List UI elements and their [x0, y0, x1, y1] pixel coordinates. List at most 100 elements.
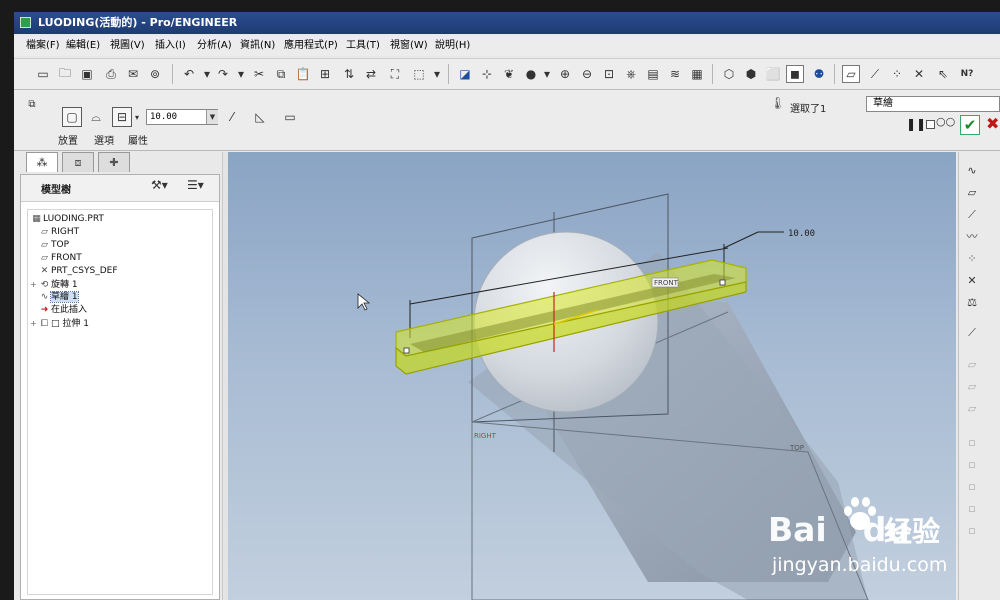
refit-icon[interactable]: ⊡ — [600, 65, 618, 83]
tree-settings-icon[interactable]: ⚒▾ — [151, 178, 168, 192]
tree-item-insert-here[interactable]: ➜ 在此插入 — [38, 304, 87, 317]
thicken-sketch-icon[interactable]: ▭ — [280, 107, 300, 127]
menu-info[interactable]: 資訊(N) — [240, 36, 275, 56]
depth-blind-icon[interactable]: ⊟ — [112, 107, 132, 127]
datum-axes-icon[interactable]: ⟋ — [866, 65, 884, 83]
tree-item-csys[interactable]: ✕ PRT_CSYS_DEF — [38, 265, 118, 278]
redo-dropdown-icon[interactable]: ▾ — [232, 65, 250, 83]
reorient-icon[interactable]: ⎈ — [622, 65, 640, 83]
redo-icon[interactable]: ↷ — [214, 65, 232, 83]
email-link-icon[interactable]: ⊚ — [146, 65, 164, 83]
tree-item-front[interactable]: ▱ FRONT — [38, 252, 82, 265]
tree-item-right[interactable]: ▱ RIGHT — [38, 226, 79, 239]
expand-icon[interactable]: + — [30, 278, 38, 291]
pause-button[interactable]: ❚❚ — [906, 117, 926, 131]
tab-properties[interactable]: 屬性 — [128, 132, 148, 147]
orient-mode-icon[interactable]: ❦ — [500, 65, 518, 83]
copy-feature-icon[interactable]: ▱ — [963, 356, 981, 374]
paste-special-icon[interactable]: ⊞ — [316, 65, 334, 83]
csys-toggle-icon[interactable]: ✕ — [910, 65, 928, 83]
email-icon[interactable]: ✉ — [124, 65, 142, 83]
depth-option-dropdown-icon[interactable]: ▾ — [132, 107, 142, 127]
select-box-icon[interactable]: ⬚ — [410, 65, 428, 83]
selection-filter-dropdown[interactable]: 草繪 — [866, 96, 1000, 112]
saved-views-icon[interactable]: ▤ — [644, 65, 662, 83]
repaint-icon[interactable]: ◪ — [456, 65, 474, 83]
regenerate-icon[interactable]: ⇅ — [340, 65, 358, 83]
tree-item-part[interactable]: ▦ LUODING.PRT — [30, 213, 104, 226]
tab-favorites-icon[interactable]: ✚ — [98, 152, 130, 172]
menu-window[interactable]: 視窗(W) — [390, 36, 428, 56]
select-arrow-icon[interactable]: ⇖ — [934, 65, 952, 83]
tab-placement[interactable]: 放置 — [58, 132, 78, 147]
tree-item-sketch[interactable]: ∿ 草繪 1 — [38, 291, 79, 304]
paste-icon[interactable]: 📋 — [294, 65, 312, 83]
tree-item-revolve[interactable]: + ⟲ 旋轉 1 — [30, 278, 78, 291]
datum-planes-icon[interactable]: ▱ — [842, 65, 860, 83]
dimension-value[interactable]: 10.00 — [788, 229, 815, 239]
menu-edit[interactable]: 編輯(E) — [66, 36, 100, 56]
dashboard-collapse-icon[interactable]: ⧉ — [22, 94, 42, 114]
menu-help[interactable]: 說明(H) — [435, 36, 470, 56]
verify-glasses-icon[interactable]: ○○ — [936, 115, 955, 128]
menu-tools[interactable]: 工具(T) — [346, 36, 380, 56]
cut-icon[interactable]: ✂ — [250, 65, 268, 83]
spin-center-icon[interactable]: ⊹ — [478, 65, 496, 83]
menu-insert[interactable]: 插入(I) — [155, 36, 186, 56]
menu-applications[interactable]: 應用程式(P) — [284, 36, 338, 56]
depth-value-dropdown-icon[interactable]: ▼ — [206, 110, 218, 124]
layers-icon[interactable]: ≋ — [666, 65, 684, 83]
shading-icon[interactable]: ◼ — [786, 65, 804, 83]
sketch-tool-icon[interactable]: ∿ — [963, 162, 981, 180]
save-icon[interactable]: ▣ — [78, 65, 96, 83]
no-hidden-icon[interactable]: ⬜ — [764, 65, 782, 83]
regen-manager-icon[interactable]: ⇄ — [362, 65, 380, 83]
copy-icon[interactable]: ⧉ — [272, 65, 290, 83]
extrude-solid-icon[interactable]: ▢ — [62, 107, 82, 127]
tab-model-tree-icon[interactable]: ⁂ — [26, 152, 58, 172]
menu-view[interactable]: 視圖(V) — [110, 36, 145, 56]
ok-button[interactable]: ✔ — [960, 115, 980, 135]
expand-icon[interactable]: + — [30, 317, 38, 330]
zoom-out-icon[interactable]: ⊖ — [578, 65, 596, 83]
view-manager-icon[interactable]: ▦ — [688, 65, 706, 83]
new-file-icon[interactable]: ▭ — [34, 65, 52, 83]
wireframe-icon[interactable]: ⬡ — [720, 65, 738, 83]
drag-handle-right[interactable] — [719, 279, 726, 286]
undo-icon[interactable]: ↶ — [180, 65, 198, 83]
merge-feature-icon[interactable]: ▱ — [963, 378, 981, 396]
trim-feature-icon[interactable]: ▱ — [963, 400, 981, 418]
zoom-in-icon[interactable]: ⊕ — [556, 65, 574, 83]
cancel-button[interactable]: ✖ — [986, 114, 999, 133]
flip-direction-icon[interactable]: ⁄ — [222, 107, 242, 127]
tree-item-extrude[interactable]: + ⧠ □ 拉伸 1 — [30, 317, 89, 330]
find-icon[interactable]: ⛶ — [386, 65, 404, 83]
datum-curve-tool-icon[interactable]: 〰 — [963, 228, 981, 246]
print-icon[interactable]: ⎙ — [102, 65, 120, 83]
select-dropdown-icon[interactable]: ▾ — [428, 65, 446, 83]
preview-checkbox[interactable] — [926, 120, 935, 129]
datum-points-icon[interactable]: ⁘ — [888, 65, 906, 83]
appearance-dropdown-icon[interactable]: ▾ — [538, 65, 556, 83]
tab-folder-browser-icon[interactable]: ⧈ — [62, 152, 94, 172]
tree-columns-icon[interactable]: ☰▾ — [187, 178, 204, 192]
menu-file[interactable]: 檔案(F) — [26, 36, 60, 56]
remove-material-icon[interactable]: ◺ — [250, 107, 270, 127]
datum-plane-tool-icon[interactable]: ▱ — [963, 184, 981, 202]
csys-tool-icon[interactable]: ✕ — [963, 272, 981, 290]
datum-point-tool-icon[interactable]: ⁘ — [963, 250, 981, 268]
hole-tool-icon[interactable]: ▫ — [963, 434, 981, 452]
analysis-tool-icon[interactable]: ⚖ — [963, 294, 981, 312]
pattern-tool-icon[interactable]: ⟋ — [963, 324, 981, 342]
drag-handle-left[interactable] — [403, 347, 410, 354]
shell-tool-icon[interactable]: ▫ — [963, 456, 981, 474]
hidden-line-icon[interactable]: ⬢ — [742, 65, 760, 83]
open-folder-icon[interactable]: 🗀 — [56, 65, 74, 83]
tree-item-top[interactable]: ▱ TOP — [38, 239, 69, 252]
extrude-surface-icon[interactable]: ⌓ — [86, 107, 106, 127]
menu-analysis[interactable]: 分析(A) — [197, 36, 232, 56]
tab-options[interactable]: 選項 — [94, 132, 114, 147]
model-tree-display-icon[interactable]: ⚉ — [810, 65, 828, 83]
datum-axis-tool-icon[interactable]: ⟋ — [963, 206, 981, 224]
context-help-icon[interactable]: N? — [958, 65, 976, 83]
